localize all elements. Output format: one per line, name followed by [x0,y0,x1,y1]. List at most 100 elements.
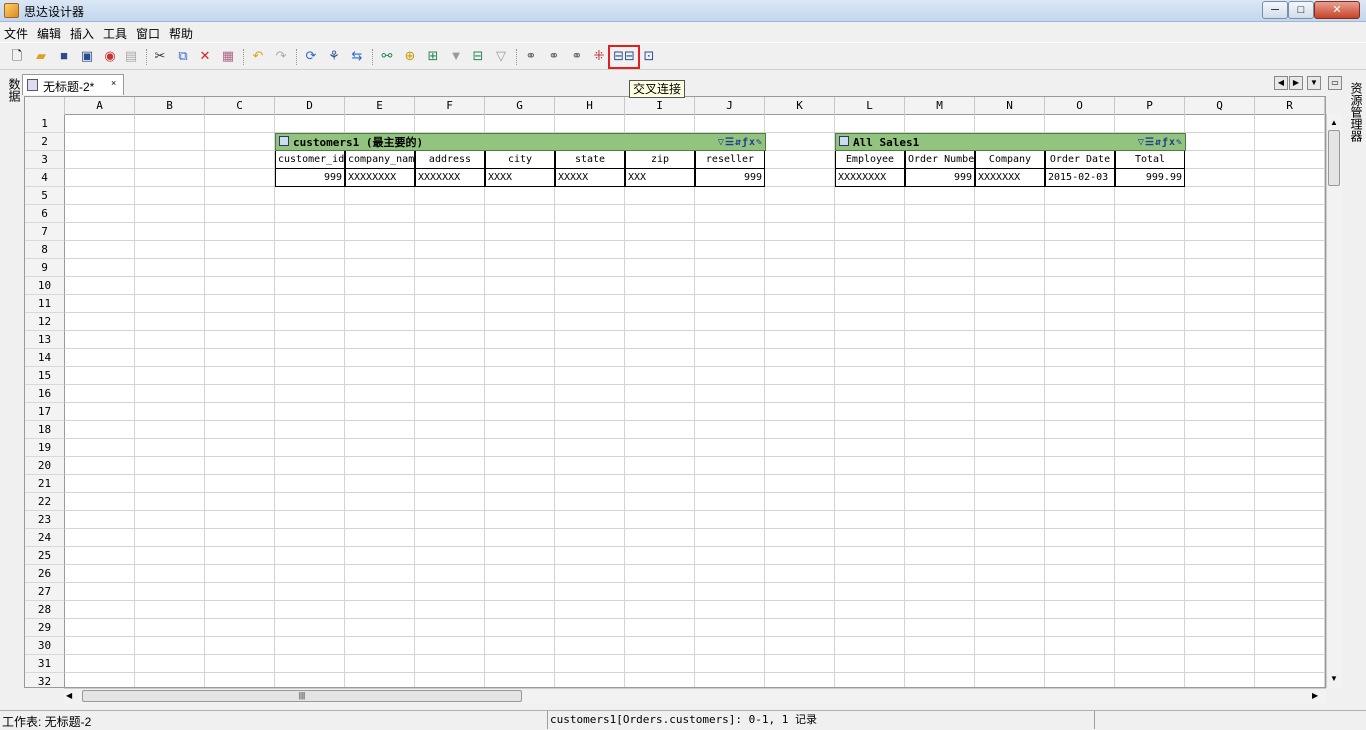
maximize-button[interactable]: □ [1288,1,1314,19]
redo-icon[interactable]: ↷ [272,47,290,65]
grid-corner[interactable] [25,97,65,115]
table-config-icon[interactable]: ⊟ [469,47,487,65]
table-value-cell[interactable]: XXXXXXX [415,169,485,187]
add-datasource-icon[interactable]: ⊕ [401,47,419,65]
table-tools-icons[interactable]: ▽☰⇵ƒx✎ [1138,135,1183,151]
column-header-cell[interactable]: O [1045,97,1115,115]
preview-icon[interactable]: ◉ [101,47,119,65]
table-column-header[interactable]: address [415,151,485,169]
row-header-cell[interactable]: 8 [25,241,65,259]
table-value-cell[interactable]: XXX [625,169,695,187]
table-value-cell[interactable]: XXXXXXXX [345,169,415,187]
table-column-header[interactable]: state [555,151,625,169]
row-header-cell[interactable]: 12 [25,313,65,331]
row-header-cell[interactable]: 17 [25,403,65,421]
scroll-right-icon[interactable]: ▶ [1312,688,1326,704]
row-header-cell[interactable]: 11 [25,295,65,313]
column-header-cell[interactable]: F [415,97,485,115]
delete-icon[interactable]: ✕ [196,47,214,65]
sync-icon[interactable]: ⇆ [348,47,366,65]
table-tools-icons[interactable]: ▽☰⇵ƒx✎ [718,135,763,151]
tab-next-icon[interactable]: ▶ [1289,76,1303,90]
resource-manager-tab[interactable]: 资源管理器 [1346,82,1363,142]
table-value-cell[interactable]: XXXXXXX [975,169,1045,187]
table-header-customers[interactable]: customers1 (最主要的) ▽☰⇵ƒx✎ [275,133,766,151]
row-header-cell[interactable]: 15 [25,367,65,385]
row-header-cell[interactable]: 23 [25,511,65,529]
open-folder-icon[interactable]: ▰ [32,47,50,65]
grid-cells[interactable] [65,115,1325,687]
table-value-cell[interactable]: XXXX [485,169,555,187]
table-value-cell[interactable]: 999.99 [1115,169,1185,187]
column-header-cell[interactable]: B [135,97,205,115]
menu-help[interactable]: 帮助 [169,25,193,42]
row-header-cell[interactable]: 13 [25,331,65,349]
save-all-icon[interactable]: ▣ [78,47,96,65]
row-header-cell[interactable]: 6 [25,205,65,223]
column-header-cell[interactable]: M [905,97,975,115]
data-panel-tab[interactable]: 数据 [4,78,21,102]
row-header-cell[interactable]: 9 [25,259,65,277]
menu-insert[interactable]: 插入 [70,25,94,42]
undo-icon[interactable]: ↶ [249,47,267,65]
row-header-cell[interactable]: 4 [25,169,65,187]
row-header-cell[interactable]: 20 [25,457,65,475]
save-icon[interactable]: ■ [55,47,73,65]
merge-icon[interactable]: ⁜ [590,47,608,65]
table-column-header[interactable]: zip [625,151,695,169]
tab-close-icon[interactable]: × [111,78,116,88]
cross-join-icon[interactable]: ⊟⊟ [608,45,640,69]
column-header-cell[interactable]: D [275,97,345,115]
row-header-cell[interactable]: 31 [25,655,65,673]
join-icon[interactable]: ⚯ [378,47,396,65]
add-table-icon[interactable]: ⊞ [424,47,442,65]
row-header-cell[interactable]: 5 [25,187,65,205]
table-value-cell[interactable]: 999 [275,169,345,187]
column-header-cell[interactable]: G [485,97,555,115]
table-value-cell[interactable]: XXXXXXXX [835,169,905,187]
row-header-cell[interactable]: 18 [25,421,65,439]
table-column-header[interactable]: city [485,151,555,169]
column-header-cell[interactable]: Q [1185,97,1255,115]
row-header-cell[interactable]: 19 [25,439,65,457]
column-header-cell[interactable]: E [345,97,415,115]
table-column-header[interactable]: company_name [345,151,415,169]
row-header-cell[interactable]: 1 [25,115,65,133]
row-header-cell[interactable]: 30 [25,637,65,655]
scroll-up-icon[interactable]: ▲ [1326,116,1342,130]
column-header-cell[interactable]: J [695,97,765,115]
row-header-cell[interactable]: 27 [25,583,65,601]
column-header-cell[interactable]: N [975,97,1045,115]
table-value-cell[interactable]: 2015-02-03 [1045,169,1115,187]
column-header-cell[interactable]: H [555,97,625,115]
column-header-cell[interactable]: R [1255,97,1325,115]
row-header-cell[interactable]: 10 [25,277,65,295]
menu-window[interactable]: 窗口 [136,25,160,42]
left-join-icon[interactable]: ⚭ [545,47,563,65]
tab-list-icon[interactable]: ▼ [1307,76,1321,90]
row-header-cell[interactable]: 14 [25,349,65,367]
close-button[interactable]: ✕ [1314,1,1360,19]
row-header-cell[interactable]: 28 [25,601,65,619]
table-value-cell[interactable]: 999 [695,169,765,187]
row-header-cell[interactable]: 25 [25,547,65,565]
menu-file[interactable]: 文件 [4,25,28,42]
spreadsheet-grid[interactable]: ABCDEFGHIJKLMNOPQR customers1 (最主要的) ▽☰⇵… [24,96,1326,688]
row-header-cell[interactable]: 16 [25,385,65,403]
column-header-cell[interactable]: K [765,97,835,115]
copy-icon[interactable]: ⧉ [174,47,192,65]
new-file-icon[interactable]: 🗋 [8,47,26,65]
tab-document[interactable]: 无标题-2* × [22,74,124,95]
table-column-header[interactable]: Company [975,151,1045,169]
row-header-cell[interactable]: 32 [25,673,65,687]
table-column-header[interactable]: Order Date [1045,151,1115,169]
table-column-header[interactable]: customer_id [275,151,345,169]
row-header-cell[interactable]: 21 [25,475,65,493]
right-join-icon[interactable]: ⚭ [568,47,586,65]
tree-icon[interactable]: ⚘ [325,47,343,65]
table-column-header[interactable]: Order Number [905,151,975,169]
scroll-left-icon[interactable]: ◀ [66,688,80,704]
table-value-cell[interactable]: XXXXX [555,169,625,187]
menu-edit[interactable]: 编辑 [37,25,61,42]
table-column-header[interactable]: Total [1115,151,1185,169]
